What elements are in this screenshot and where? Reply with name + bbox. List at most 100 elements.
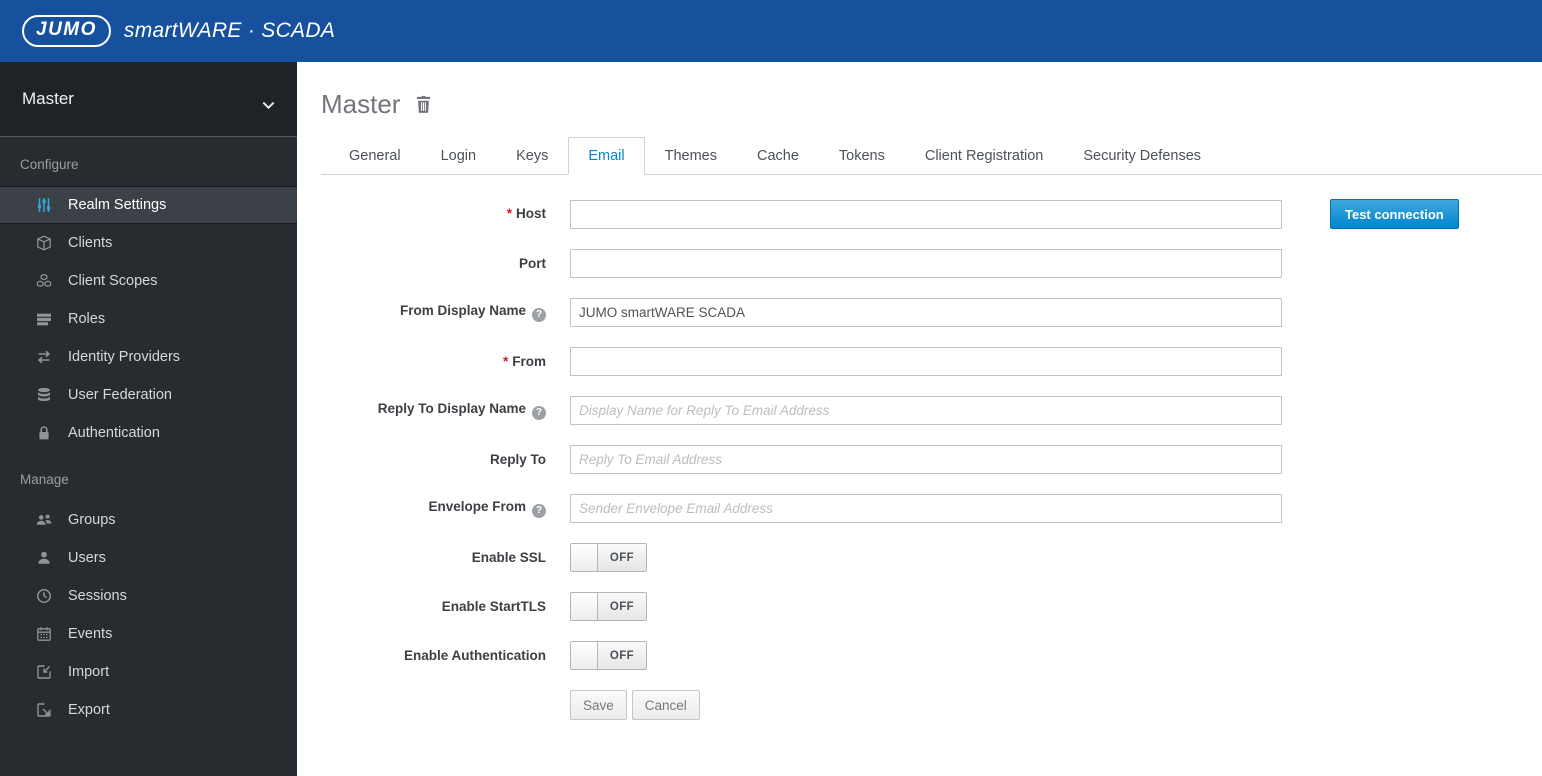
toggle-handle (571, 593, 598, 620)
field-control (570, 298, 1282, 327)
clock-icon (36, 588, 53, 605)
sidebar-item-label: Client Scopes (68, 273, 158, 289)
field-control (570, 347, 1282, 376)
required-marker: * (502, 353, 509, 369)
field-label: Port (321, 256, 546, 272)
sidebar-item-roles[interactable]: Roles (0, 300, 297, 338)
enable-starttls-toggle[interactable]: OFF (570, 592, 647, 621)
import-icon (36, 664, 53, 681)
export-icon (36, 702, 53, 719)
sliders-icon (36, 197, 53, 214)
form-row-reply-to-display-name: Reply To Display Name? (321, 396, 1542, 425)
field-label-text: From (512, 353, 546, 369)
trash-icon[interactable] (415, 95, 432, 114)
field-label-text: Enable Authentication (403, 647, 546, 663)
field-label-text: Port (519, 255, 546, 271)
realm-selector-dropdown[interactable]: Master (0, 62, 297, 137)
lock-icon (36, 425, 53, 442)
enable-authentication-toggle[interactable]: OFF (570, 641, 647, 670)
sidebar-item-groups[interactable]: Groups (0, 501, 297, 539)
field-label-text: Reply To (489, 451, 546, 467)
help-icon[interactable]: ? (532, 406, 546, 420)
host-input[interactable] (570, 199, 1282, 229)
field-label-text: Reply To Display Name (377, 401, 526, 416)
chevron-down-icon (262, 95, 275, 109)
tab-cache[interactable]: Cache (737, 137, 819, 175)
tab-client-registration[interactable]: Client Registration (905, 137, 1063, 175)
field-control (570, 445, 1282, 474)
tab-email[interactable]: Email (568, 137, 645, 175)
cubes-icon (36, 273, 53, 290)
form-row-host: * Host Test connection (321, 199, 1542, 229)
toggle-state-label: OFF (598, 544, 646, 571)
tab-tokens[interactable]: Tokens (819, 137, 905, 175)
sidebar-item-label: Realm Settings (68, 197, 167, 213)
sidebar-item-authentication[interactable]: Authentication (0, 414, 297, 452)
field-label: Enable Authentication (321, 648, 546, 664)
sidebar-item-realm-settings[interactable]: Realm Settings (0, 186, 297, 224)
field-label-text: From Display Name (399, 303, 526, 318)
product-name: smartWARE · SCADA (123, 19, 336, 42)
field-label-text: Enable SSL (471, 549, 546, 565)
field-control (570, 249, 1282, 278)
sidebar-item-import[interactable]: Import (0, 653, 297, 691)
sidebar-item-events[interactable]: Events (0, 615, 297, 653)
field-label: Reply To (321, 452, 546, 468)
form-row-enable-authentication: Enable Authentication OFF (321, 641, 1542, 670)
reply-to-input[interactable] (570, 445, 1282, 474)
tab-security-defenses[interactable]: Security Defenses (1063, 137, 1221, 175)
toggle-state-label: OFF (598, 642, 646, 669)
sidebar-item-identity-providers[interactable]: Identity Providers (0, 338, 297, 376)
app-window: JUMO smartWARE · SCADA Master Configure R… (0, 0, 1542, 776)
sidebar-item-sessions[interactable]: Sessions (0, 577, 297, 615)
from-display-name-input[interactable] (570, 298, 1282, 327)
field-label: * From (321, 354, 546, 370)
field-control: OFF (570, 592, 647, 621)
help-icon[interactable]: ? (532, 504, 546, 518)
test-connection-button[interactable]: Test connection (1330, 199, 1459, 229)
form-row-from-display-name: From Display Name? (321, 298, 1542, 327)
field-label-text: Enable StartTLS (441, 598, 546, 614)
field-label: Enable SSL (321, 550, 546, 566)
envelope-from-input[interactable] (570, 494, 1282, 523)
toggle-handle (571, 544, 598, 571)
sidebar-item-label: Groups (68, 512, 116, 528)
tab-login[interactable]: Login (421, 137, 496, 175)
sidebar-item-label: Import (68, 664, 110, 680)
help-icon[interactable]: ? (532, 308, 546, 322)
tab-themes[interactable]: Themes (645, 137, 737, 175)
sidebar-item-label: Clients (68, 235, 113, 251)
realm-selector-label: Master (22, 89, 74, 108)
save-button[interactable]: Save (570, 690, 627, 720)
sidebar-item-users[interactable]: Users (0, 539, 297, 577)
main-content: Master General Login Keys Email Themes Cache T… (297, 62, 1542, 776)
field-label-text: Envelope From (428, 499, 526, 514)
field-label-text: Host (516, 206, 546, 221)
sidebar-item-label: Identity Providers (68, 349, 181, 365)
field-label: * Host (321, 206, 546, 222)
cancel-button[interactable]: Cancel (631, 690, 700, 720)
form-actions: Save Cancel (570, 690, 700, 720)
sidebar-item-user-federation[interactable]: User Federation (0, 376, 297, 414)
from-input[interactable] (570, 347, 1282, 376)
sidebar-item-client-scopes[interactable]: Client Scopes (0, 262, 297, 300)
sidebar-item-clients[interactable]: Clients (0, 224, 297, 262)
sidebar-item-label: Export (68, 702, 110, 718)
port-input[interactable] (570, 249, 1282, 278)
form-row-envelope-from: Envelope From? (321, 494, 1542, 523)
list-icon (36, 311, 53, 328)
tab-general[interactable]: General (329, 137, 421, 175)
sidebar-item-label: Sessions (68, 588, 127, 604)
enable-ssl-toggle[interactable]: OFF (570, 543, 647, 572)
field-label: Enable StartTLS (321, 599, 546, 615)
form-row-enable-ssl: Enable SSL OFF (321, 543, 1542, 572)
tab-keys[interactable]: Keys (496, 137, 568, 175)
field-label: Envelope From? (321, 499, 546, 518)
form-row-reply-to: Reply To (321, 445, 1542, 474)
calendar-icon (36, 626, 53, 643)
sidebar-item-export[interactable]: Export (0, 691, 297, 729)
reply-to-display-name-input[interactable] (570, 396, 1282, 425)
sidebar-item-label: User Federation (68, 387, 172, 403)
sidebar: Master Configure Realm Settings Clients Cli… (0, 62, 297, 776)
exchange-icon (36, 349, 53, 366)
